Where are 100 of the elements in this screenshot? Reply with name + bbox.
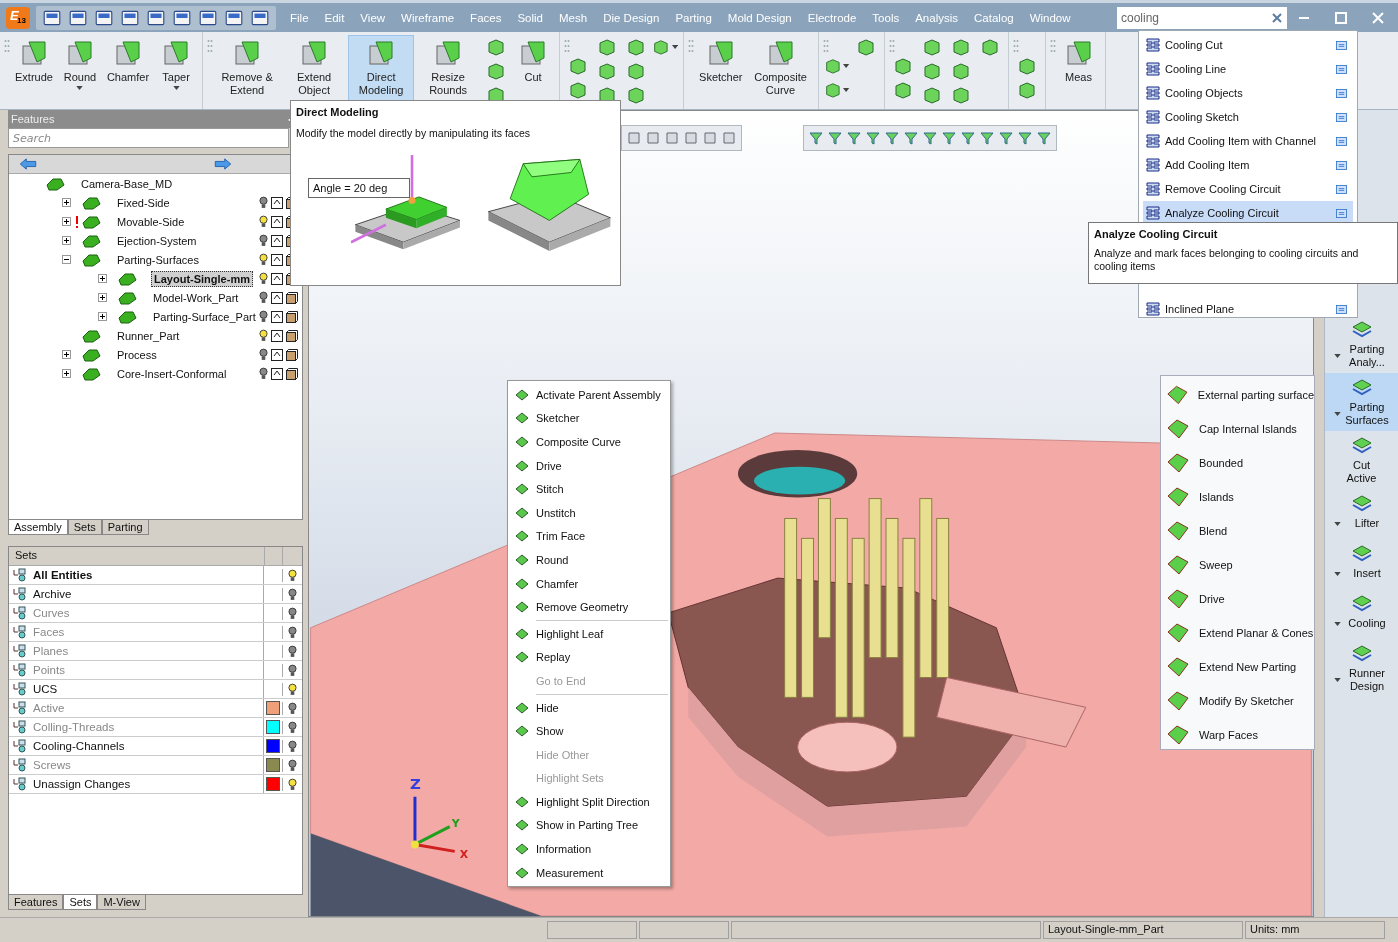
view-tool-icon[interactable] xyxy=(702,130,718,146)
status-icon[interactable] xyxy=(271,234,283,247)
expander-icon[interactable] xyxy=(62,369,71,378)
color-swatch[interactable] xyxy=(266,758,280,772)
view-tool-icon[interactable] xyxy=(664,130,680,146)
menu-item[interactable]: Show in Parting Tree xyxy=(510,813,668,838)
set-name[interactable]: Colling-Threads xyxy=(33,721,263,733)
set-name[interactable]: Points xyxy=(33,664,263,676)
expander-icon[interactable] xyxy=(98,312,107,321)
panel-tab[interactable]: Assembly xyxy=(8,520,68,535)
ribbon-button[interactable]: Taper xyxy=(154,35,199,105)
bulb-icon[interactable] xyxy=(288,682,297,696)
set-name[interactable]: Curves xyxy=(33,607,263,619)
menu-item[interactable]: Drive xyxy=(510,453,668,478)
grip-icon[interactable] xyxy=(1049,39,1056,53)
tree-item[interactable]: Runner_Part xyxy=(115,328,182,343)
menu-item[interactable]: Remove Geometry xyxy=(510,595,668,619)
menu-item[interactable]: Chamfer xyxy=(510,571,668,596)
ribbon-button[interactable]: Meas xyxy=(1056,35,1101,105)
menu-item[interactable]: Show xyxy=(510,719,668,743)
tree-item[interactable]: Movable-Side xyxy=(115,214,187,229)
set-name[interactable]: UCS xyxy=(33,683,263,695)
search-field[interactable]: Search xyxy=(8,128,289,148)
back-arrow-icon[interactable] xyxy=(19,158,37,170)
bulb-icon[interactable] xyxy=(288,777,297,791)
filter-tool-icon[interactable] xyxy=(827,130,843,146)
cube-icon[interactable] xyxy=(286,291,298,304)
cube-icon[interactable] xyxy=(286,329,298,342)
view-tool-icon[interactable] xyxy=(683,130,699,146)
close-icon[interactable] xyxy=(1371,10,1385,25)
menu-item[interactable]: Composite Curve xyxy=(510,430,668,454)
panel-tab[interactable]: Sets xyxy=(67,520,102,535)
toolbar-button[interactable]: Runner Design xyxy=(1325,639,1398,697)
search-result[interactable]: Cooling Objects xyxy=(1143,81,1353,105)
expander-icon[interactable] xyxy=(98,293,107,302)
status-icon[interactable] xyxy=(271,291,283,304)
bulb-icon[interactable] xyxy=(288,644,297,658)
ribbon-button[interactable]: Composite Curve xyxy=(747,35,814,105)
panel-tab[interactable]: Features xyxy=(8,895,64,910)
tree-item[interactable]: Core-Insert-Conformal xyxy=(115,366,229,381)
ribbon-button[interactable]: Sketcher xyxy=(695,35,747,105)
menu-item[interactable]: Highlight Leaf xyxy=(510,621,668,646)
tree-item[interactable]: Camera-Base_MD xyxy=(79,176,175,191)
document-icon[interactable] xyxy=(1336,184,1347,194)
filter-tool-icon[interactable] xyxy=(960,130,976,146)
bulb-icon[interactable] xyxy=(288,587,297,601)
status-icon[interactable] xyxy=(271,367,283,380)
filter-tool-icon[interactable] xyxy=(922,130,938,146)
color-swatch[interactable] xyxy=(266,701,280,715)
view-tool-icon[interactable] xyxy=(626,130,642,146)
bulb-icon[interactable] xyxy=(259,272,268,285)
document-icon[interactable] xyxy=(1336,112,1347,122)
menu-item[interactable]: Unstitch xyxy=(510,500,668,525)
tree-item[interactable]: Layout-Single-mm xyxy=(151,270,253,287)
search-result[interactable]: Cooling Cut xyxy=(1143,33,1353,57)
set-name[interactable]: Archive xyxy=(33,588,263,600)
tree-item[interactable]: Ejection-System xyxy=(115,233,199,248)
filter-tool-icon[interactable] xyxy=(846,130,862,146)
expander-icon[interactable] xyxy=(98,274,107,283)
filter-tool-icon[interactable] xyxy=(1036,130,1052,146)
bulb-icon[interactable] xyxy=(259,196,268,209)
status-icon[interactable] xyxy=(271,310,283,323)
status-icon[interactable] xyxy=(271,253,283,266)
grip-icon[interactable] xyxy=(4,39,10,53)
bulb-icon[interactable] xyxy=(288,758,297,772)
filter-tool-icon[interactable] xyxy=(979,130,995,146)
expander-icon[interactable] xyxy=(62,255,71,264)
menu-item[interactable]: Extend Planar & Cones xyxy=(1161,616,1314,650)
menu-item[interactable]: Round xyxy=(510,548,668,572)
expander-icon[interactable] xyxy=(62,198,71,207)
cube-icon[interactable] xyxy=(286,367,298,380)
search-result[interactable]: Analyze Cooling Circuit xyxy=(1143,201,1353,225)
bulb-icon[interactable] xyxy=(288,606,297,620)
bulb-icon[interactable] xyxy=(259,329,268,342)
grip-icon[interactable] xyxy=(564,39,571,53)
grip-icon[interactable] xyxy=(888,39,895,53)
panel-tab[interactable]: Sets xyxy=(63,895,98,910)
ribbon-button[interactable]: Round xyxy=(57,35,102,105)
document-icon[interactable] xyxy=(1336,208,1347,218)
menu-item[interactable]: External parting surface xyxy=(1161,378,1314,412)
tree-item[interactable]: Fixed-Side xyxy=(115,195,172,210)
filter-tool-icon[interactable] xyxy=(941,130,957,146)
expander-icon[interactable] xyxy=(62,217,71,226)
menu-item[interactable]: Activate Parent Assembly xyxy=(510,383,668,407)
grip-icon[interactable] xyxy=(822,39,829,53)
ribbon-button[interactable]: Extrude xyxy=(11,35,57,105)
toolbar-button[interactable]: Lifter xyxy=(1325,489,1398,539)
grip-icon[interactable] xyxy=(207,39,214,53)
status-icon[interactable] xyxy=(271,196,283,209)
filter-tool-icon[interactable] xyxy=(865,130,881,146)
forward-arrow-icon[interactable] xyxy=(214,158,232,170)
document-icon[interactable] xyxy=(1336,40,1347,50)
set-name[interactable]: All Entities xyxy=(33,569,263,581)
tree-item[interactable]: Process xyxy=(115,347,159,362)
menu-item[interactable]: Blend xyxy=(1161,514,1314,548)
document-icon[interactable] xyxy=(1336,64,1347,74)
bulb-icon[interactable] xyxy=(259,234,268,247)
ribbon-button[interactable]: Chamfer xyxy=(102,35,154,105)
menu-item[interactable]: Islands xyxy=(1161,480,1314,514)
toolbar-button[interactable]: Cut Active xyxy=(1325,431,1398,489)
